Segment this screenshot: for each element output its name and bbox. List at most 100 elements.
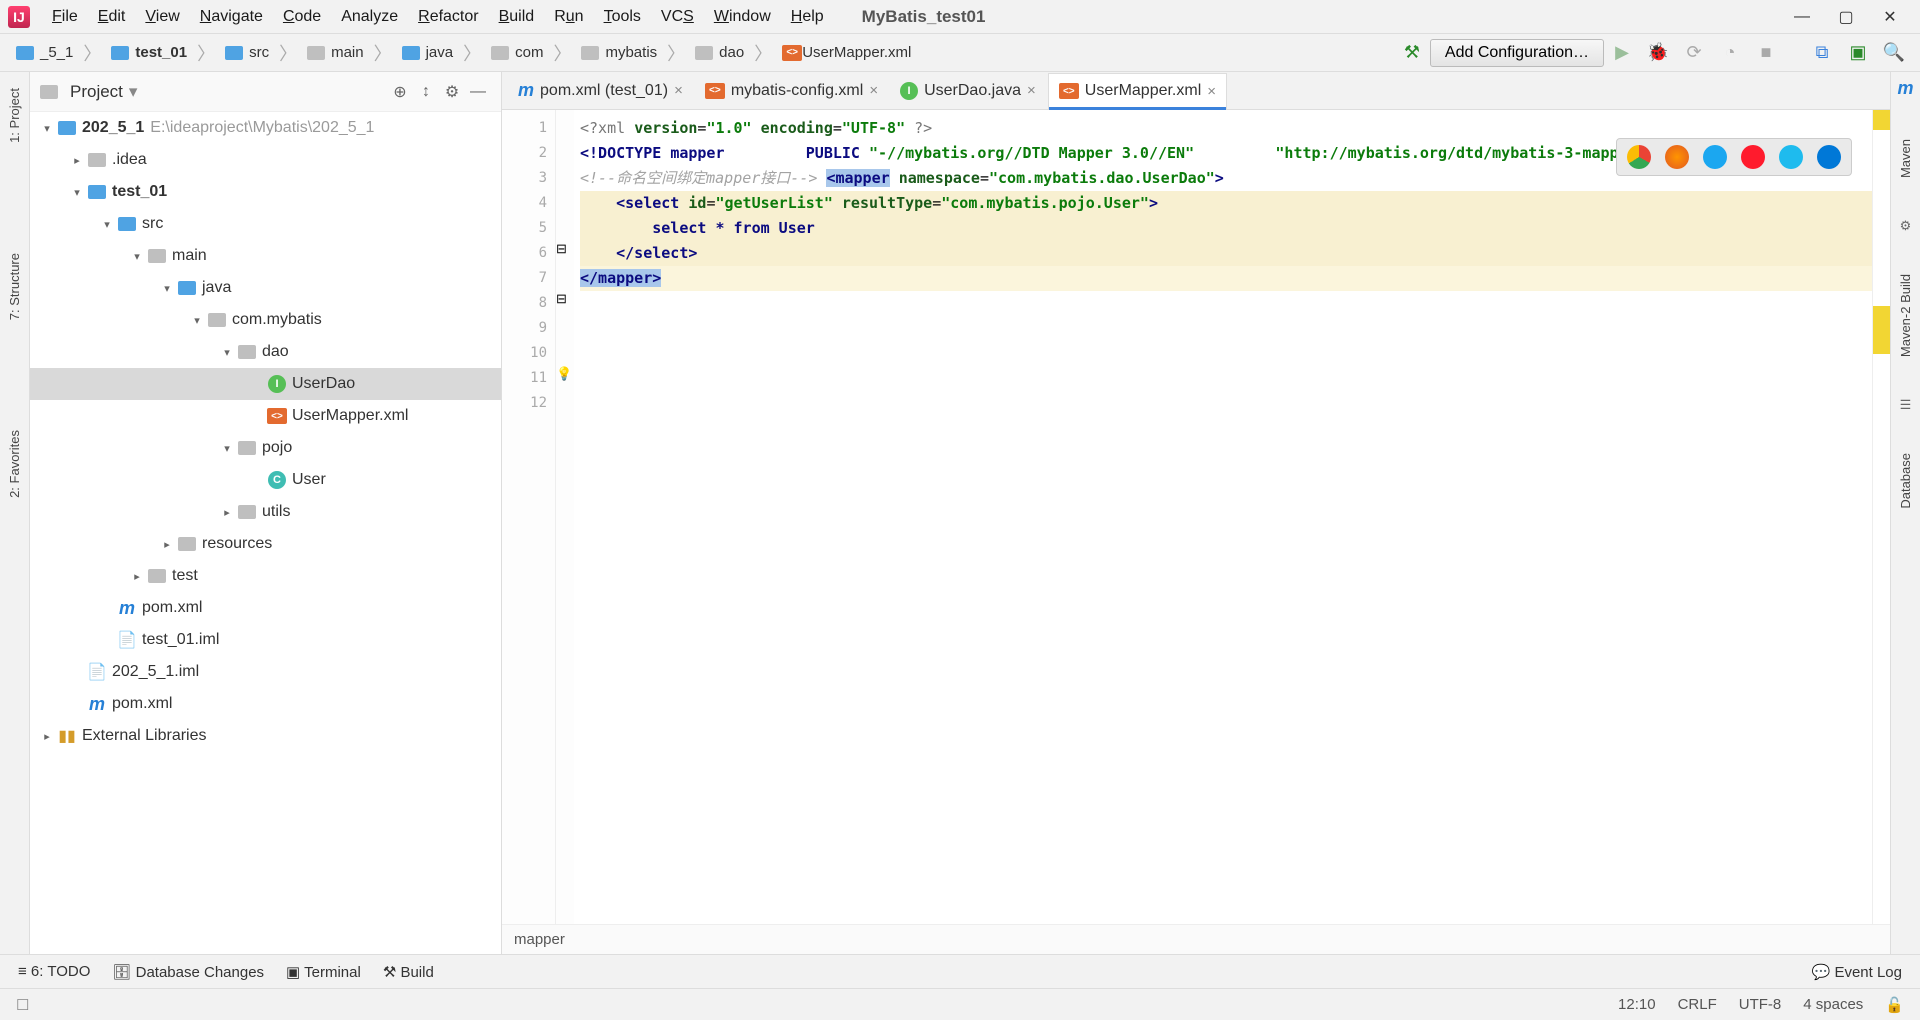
tree-row[interactable]: mpom.xml	[30, 688, 501, 720]
tree-row[interactable]: ▸▮▮External Libraries	[30, 720, 501, 752]
tree-row[interactable]: ▸test	[30, 560, 501, 592]
caret-position[interactable]: 12:10	[1618, 996, 1656, 1013]
tab-mybatis-config.xml[interactable]: <>mybatis-config.xml×	[695, 73, 888, 109]
editor-breadcrumb: mapper	[502, 924, 1890, 954]
bottom-toolbar: ≡ 6: TODO 🗄 Database Changes ▣ Terminal …	[0, 954, 1920, 988]
tree-row[interactable]: ▸resources	[30, 528, 501, 560]
browser-preview-bar	[1616, 138, 1852, 176]
stop-icon[interactable]: ■	[1748, 39, 1784, 67]
minimize-icon[interactable]: —	[1780, 8, 1824, 26]
maven-icon[interactable]: m	[1897, 78, 1913, 99]
tree-row[interactable]: ▾com.mybatis	[30, 304, 501, 336]
tree-row[interactable]: ▾test_01	[30, 176, 501, 208]
tree-row[interactable]: ▸utils	[30, 496, 501, 528]
tree-row[interactable]: ▾main	[30, 240, 501, 272]
menu-run[interactable]: Run	[544, 4, 593, 30]
tab-close-icon[interactable]: ×	[1027, 82, 1036, 99]
crumb-test_01[interactable]: test_01	[103, 42, 195, 63]
indent-setting[interactable]: 4 spaces	[1803, 996, 1863, 1013]
menu-help[interactable]: Help	[781, 4, 834, 30]
rail-database[interactable]: Database	[1896, 443, 1915, 519]
structure-icon[interactable]: ⧉	[1804, 39, 1840, 67]
crumb-_5_1[interactable]: _5_1	[8, 42, 81, 63]
menu-tools[interactable]: Tools	[594, 4, 651, 30]
tree-row[interactable]: ▾src	[30, 208, 501, 240]
tree-row[interactable]: 📄test_01.iml	[30, 624, 501, 656]
tab-UserMapper.xml[interactable]: <>UserMapper.xml×	[1048, 73, 1227, 109]
profiler-icon[interactable]: ◔	[1712, 39, 1748, 67]
gear-icon[interactable]: ⚙	[439, 82, 465, 102]
tree-row[interactable]: mpom.xml	[30, 592, 501, 624]
menu-build[interactable]: Build	[489, 4, 545, 30]
expand-icon[interactable]: ↕	[413, 83, 439, 101]
menu-analyze[interactable]: Analyze	[331, 4, 408, 30]
crumb-src[interactable]: src	[217, 42, 277, 63]
editor-tabs: mpom.xml (test_01)×<>mybatis-config.xml×…	[502, 72, 1890, 110]
tree-row[interactable]: IUserDao	[30, 368, 501, 400]
tree-row[interactable]: ▾dao	[30, 336, 501, 368]
rail-structure[interactable]: 7: Structure	[5, 243, 24, 330]
tab-close-icon[interactable]: ×	[674, 82, 683, 99]
run-anything-icon[interactable]: ▣	[1840, 39, 1876, 67]
rail-maven-build[interactable]: Maven-2 Build	[1896, 264, 1915, 367]
rail-favorites[interactable]: 2: Favorites	[5, 420, 24, 508]
safari-icon[interactable]	[1703, 145, 1727, 169]
project-panel-header: Project ▾ ⊕ ↕ ⚙ —	[30, 72, 501, 112]
close-icon[interactable]: ✕	[1868, 7, 1912, 27]
run-icon[interactable]: ▶	[1604, 39, 1640, 67]
tree-row[interactable]: 📄202_5_1.iml	[30, 656, 501, 688]
tree-row[interactable]: ▾202_5_1E:\ideaproject\Mybatis\202_5_1	[30, 112, 501, 144]
rail-project[interactable]: 1: Project	[5, 78, 24, 153]
crumb-main[interactable]: main	[299, 42, 372, 63]
edge-icon[interactable]	[1817, 145, 1841, 169]
build-button[interactable]: ⚒ Build	[383, 963, 434, 981]
crumb-dao[interactable]: dao	[687, 42, 752, 63]
add-configuration-button[interactable]: Add Configuration…	[1430, 39, 1604, 67]
terminal-button[interactable]: ▣ Terminal	[286, 963, 361, 981]
crumb-mybatis[interactable]: mybatis	[573, 42, 665, 63]
tab-close-icon[interactable]: ×	[1207, 83, 1216, 100]
code-editor[interactable]: <?xml version="1.0" encoding="UTF-8" ?> …	[574, 110, 1872, 924]
tree-row[interactable]: ▸.idea	[30, 144, 501, 176]
menu-window[interactable]: Window	[704, 4, 781, 30]
tab-pom.xml (test_01)[interactable]: mpom.xml (test_01)×	[508, 73, 693, 109]
menu-navigate[interactable]: Navigate	[190, 4, 273, 30]
db-changes-button[interactable]: 🗄 Database Changes	[112, 963, 264, 981]
crumb-com[interactable]: com	[483, 42, 551, 63]
search-icon[interactable]: 🔍	[1876, 39, 1912, 67]
lock-icon[interactable]: 🔓	[1885, 996, 1904, 1014]
menu-view[interactable]: View	[135, 4, 189, 30]
hammer-build-icon[interactable]: ⚒	[1394, 39, 1430, 67]
tab-close-icon[interactable]: ×	[869, 82, 878, 99]
menu-file[interactable]: File	[42, 4, 88, 30]
locate-icon[interactable]: ⊕	[387, 82, 413, 102]
tree-row[interactable]: CUser	[30, 464, 501, 496]
gear-right-icon[interactable]: ⚙	[1900, 218, 1912, 234]
database-icon[interactable]: ☰	[1900, 397, 1912, 413]
coverage-icon[interactable]: ⟳	[1676, 39, 1712, 67]
debug-icon[interactable]: 🐞	[1640, 39, 1676, 67]
menu-edit[interactable]: Edit	[88, 4, 136, 30]
crumb-java[interactable]: java	[394, 42, 462, 63]
menu-vcs[interactable]: VCS	[651, 4, 704, 30]
firefox-icon[interactable]	[1665, 145, 1689, 169]
main-body: 1: Project 7: Structure 2: Favorites Pro…	[0, 72, 1920, 954]
tab-UserDao.java[interactable]: IUserDao.java×	[890, 73, 1046, 109]
crumb-UserMapper.xml[interactable]: <> UserMapper.xml	[774, 42, 919, 63]
project-tree[interactable]: ▾202_5_1E:\ideaproject\Mybatis\202_5_1▸.…	[30, 112, 501, 954]
rail-maven[interactable]: Maven	[1896, 129, 1915, 188]
todo-button[interactable]: ≡ 6: TODO	[18, 963, 90, 980]
chrome-icon[interactable]	[1627, 145, 1651, 169]
tree-row[interactable]: ▾java	[30, 272, 501, 304]
event-log-button[interactable]: 💬 Event Log	[1812, 963, 1902, 981]
menu-code[interactable]: Code	[273, 4, 331, 30]
hide-icon[interactable]: —	[465, 83, 491, 101]
tree-row[interactable]: ▾pojo	[30, 432, 501, 464]
file-encoding[interactable]: UTF-8	[1739, 996, 1782, 1013]
line-separator[interactable]: CRLF	[1678, 996, 1717, 1013]
maximize-icon[interactable]: ▢	[1824, 7, 1868, 27]
opera-icon[interactable]	[1741, 145, 1765, 169]
ie-icon[interactable]	[1779, 145, 1803, 169]
tree-row[interactable]: <>UserMapper.xml	[30, 400, 501, 432]
menu-refactor[interactable]: Refactor	[408, 4, 488, 30]
